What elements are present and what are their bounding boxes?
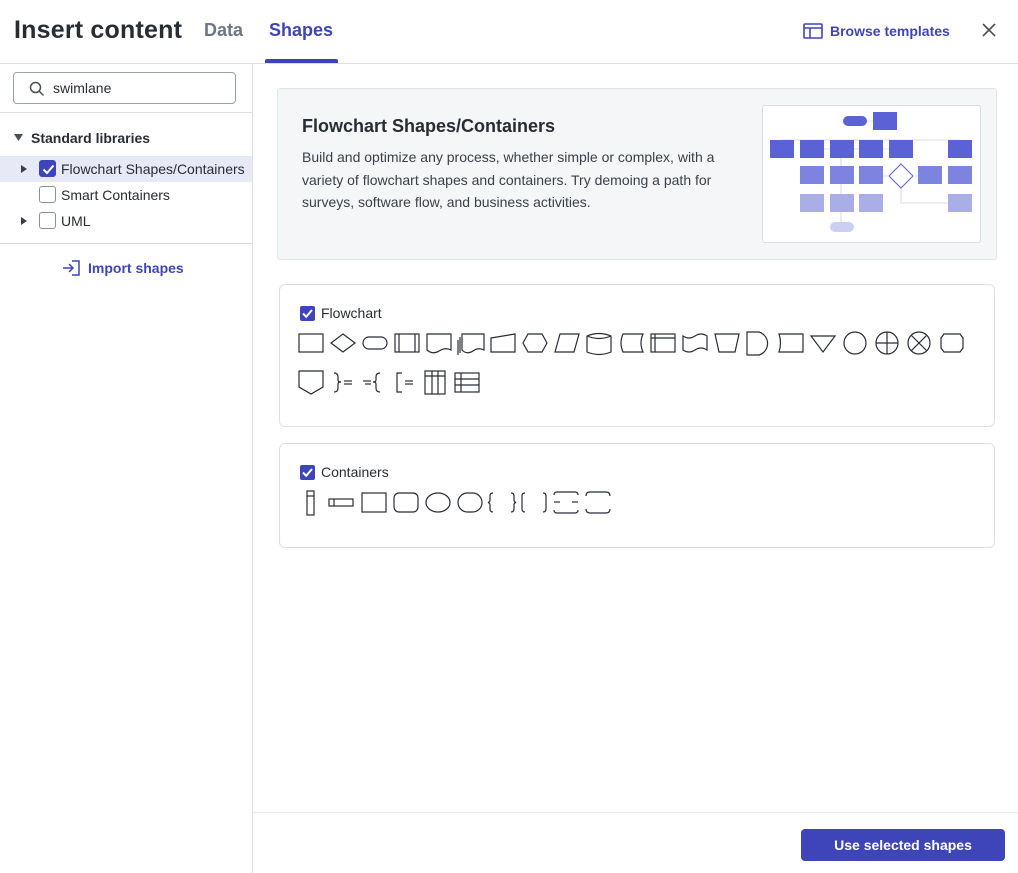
stored-data-shape[interactable]: [620, 333, 644, 353]
use-selected-shapes-button[interactable]: Use selected shapes: [801, 829, 1005, 861]
rectangle-container-shape[interactable]: [361, 492, 387, 513]
containers-group-checkbox[interactable]: [300, 464, 315, 480]
tab-shapes[interactable]: Shapes: [269, 20, 333, 41]
containers-shapes-group: Containers: [279, 443, 995, 548]
standard-libraries-toggle[interactable]: Standard libraries: [14, 130, 150, 146]
caret-right-icon[interactable]: [21, 165, 27, 173]
flowchart-group-label: Flowchart: [321, 305, 382, 321]
caret-right-icon[interactable]: [21, 217, 27, 225]
horizontal-bracket-container-shape[interactable]: [585, 491, 611, 514]
library-sidebar: Standard libraries Flowchart Shapes/Cont…: [0, 64, 253, 873]
vertical-swimlane-shape[interactable]: [424, 370, 446, 395]
flowchart-group-toggle[interactable]: Flowchart: [300, 305, 382, 321]
sidebar-item-label: Smart Containers: [61, 187, 170, 203]
or-shape[interactable]: [875, 331, 899, 355]
flowchart-shapes-group: Flowchart: [279, 284, 995, 427]
footer-divider: [253, 812, 1018, 813]
pill-container-shape[interactable]: [457, 492, 483, 513]
library-info-card: Flowchart Shapes/Containers Build and op…: [277, 88, 997, 260]
ellipse-container-shape[interactable]: [425, 492, 451, 513]
flowchart-shapes-row-1: [298, 330, 968, 360]
dialog-header: Insert content Data Shapes Browse templa…: [0, 0, 1018, 64]
import-icon: [63, 260, 80, 276]
multiple-documents-shape[interactable]: [457, 333, 485, 355]
data-shape[interactable]: [554, 333, 580, 353]
connector-shape[interactable]: [843, 331, 867, 355]
containers-group-toggle[interactable]: Containers: [300, 464, 389, 480]
annotation-left-shape[interactable]: [363, 372, 381, 393]
search-input[interactable]: [53, 80, 228, 96]
rounded-container-shape[interactable]: [393, 492, 419, 513]
library-description: Build and optimize any process, whether …: [302, 149, 715, 210]
divider: [0, 243, 252, 244]
annotation-bracket-shape[interactable]: [396, 372, 413, 393]
divider: [0, 112, 252, 113]
predefined-process-shape[interactable]: [394, 333, 420, 353]
punched-tape-shape[interactable]: [682, 333, 708, 353]
import-shapes-button[interactable]: Import shapes: [62, 260, 184, 276]
display-shape[interactable]: [778, 333, 804, 353]
horizontal-brace-container-shape[interactable]: [553, 491, 579, 514]
browse-templates-button[interactable]: Browse templates: [803, 20, 950, 42]
annotation-right-shape[interactable]: [333, 372, 352, 393]
sidebar-item-flowchart[interactable]: Flowchart Shapes/Containers: [0, 156, 252, 182]
off-page-connector-shape[interactable]: [298, 370, 324, 395]
containers-shapes-row: [298, 489, 618, 517]
search-icon: [29, 81, 45, 97]
sidebar-item-uml[interactable]: UML: [0, 208, 252, 234]
merge-shape[interactable]: [809, 335, 837, 353]
flowchart-group-checkbox[interactable]: [300, 305, 315, 321]
hexagon-shape[interactable]: [940, 333, 964, 353]
manual-input-shape[interactable]: [490, 333, 516, 353]
library-title: Flowchart Shapes/Containers: [302, 116, 556, 136]
decision-shape[interactable]: [330, 333, 356, 353]
bracket-container-shape[interactable]: [521, 492, 547, 513]
library-preview-thumbnail: [762, 105, 981, 243]
manual-operation-shape[interactable]: [714, 333, 740, 353]
close-icon[interactable]: [979, 20, 999, 40]
summing-junction-shape[interactable]: [907, 331, 931, 355]
vertical-pool-shape[interactable]: [306, 490, 315, 516]
dialog-title: Insert content: [14, 16, 183, 44]
document-shape[interactable]: [426, 333, 452, 354]
caret-down-icon: [14, 134, 23, 141]
flowchart-library-checkbox[interactable]: [39, 160, 56, 177]
active-tab-indicator: [265, 59, 338, 63]
containers-group-label: Containers: [321, 464, 389, 480]
tab-data[interactable]: Data: [204, 20, 243, 41]
flowchart-shapes-row-2: [298, 369, 498, 397]
horizontal-pool-shape[interactable]: [328, 498, 354, 507]
browse-templates-label: Browse templates: [830, 23, 950, 39]
uml-checkbox[interactable]: [39, 212, 56, 229]
smart-containers-checkbox[interactable]: [39, 186, 56, 203]
flowchart-preview-image: [770, 112, 972, 232]
delay-shape[interactable]: [746, 331, 769, 356]
sidebar-item-label: UML: [61, 213, 91, 229]
template-icon: [803, 23, 823, 39]
horizontal-swimlane-shape[interactable]: [454, 372, 480, 393]
curly-brace-container-shape[interactable]: [487, 492, 517, 513]
process-shape[interactable]: [298, 333, 324, 353]
internal-storage-shape[interactable]: [650, 333, 676, 353]
preparation-shape[interactable]: [522, 333, 548, 353]
import-shapes-label: Import shapes: [88, 260, 184, 276]
sidebar-item-smart-containers[interactable]: Smart Containers: [0, 182, 252, 208]
search-box: [13, 72, 236, 104]
sidebar-item-label: Flowchart Shapes/Containers: [61, 161, 245, 177]
standard-libraries-label: Standard libraries: [31, 130, 151, 146]
terminator-shape[interactable]: [362, 336, 388, 350]
database-shape[interactable]: [586, 332, 612, 356]
